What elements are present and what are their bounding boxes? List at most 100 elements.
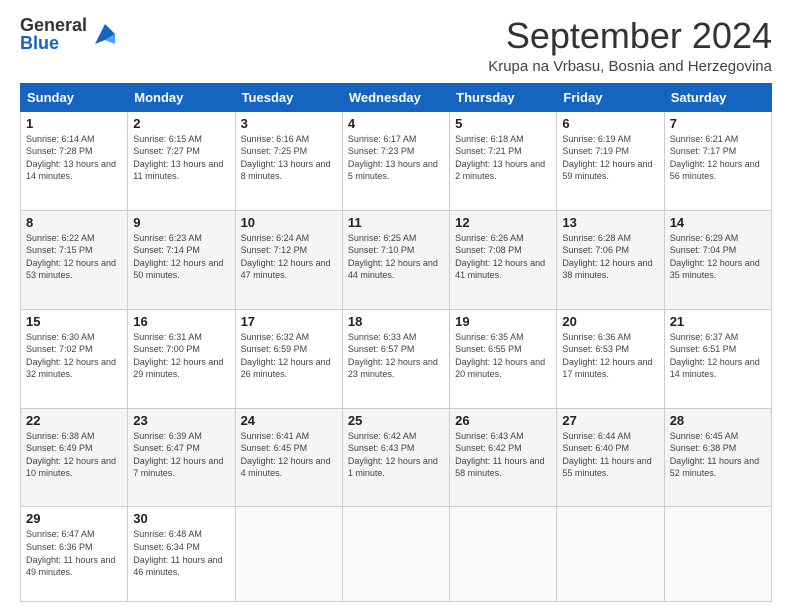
- calendar-week-4: 22 Sunrise: 6:38 AMSunset: 6:49 PMDayligh…: [21, 408, 772, 507]
- day-number: 17: [241, 314, 337, 329]
- calendar-cell: 1Sunrise: 6:14 AMSunset: 7:28 PMDaylight…: [21, 111, 128, 210]
- calendar-table: SundayMondayTuesdayWednesdayThursdayFrid…: [20, 83, 772, 602]
- calendar-cell: 6 Sunrise: 6:19 AMSunset: 7:19 PMDaylight…: [557, 111, 664, 210]
- weekday-header-saturday: Saturday: [664, 83, 771, 111]
- cell-info: Sunrise: 6:47 AMSunset: 6:36 PMDaylight:…: [26, 528, 122, 578]
- day-number: 23: [133, 413, 229, 428]
- day-number: 25: [348, 413, 444, 428]
- day-number: 9: [133, 215, 229, 230]
- calendar-week-5: 29 Sunrise: 6:47 AMSunset: 6:36 PMDayligh…: [21, 507, 772, 602]
- weekday-header-friday: Friday: [557, 83, 664, 111]
- cell-info: Sunrise: 6:37 AMSunset: 6:51 PMDaylight:…: [670, 331, 766, 381]
- calendar-cell: 25 Sunrise: 6:42 AMSunset: 6:43 PMDayligh…: [342, 408, 449, 507]
- calendar-cell: 14 Sunrise: 6:29 AMSunset: 7:04 PMDayligh…: [664, 210, 771, 309]
- cell-info: Sunrise: 6:25 AMSunset: 7:10 PMDaylight:…: [348, 232, 444, 282]
- weekday-header-tuesday: Tuesday: [235, 83, 342, 111]
- day-number: 7: [670, 116, 766, 131]
- calendar-cell: [450, 507, 557, 602]
- cell-info: Sunrise: 6:45 AMSunset: 6:38 PMDaylight:…: [670, 430, 766, 480]
- calendar-cell: 7 Sunrise: 6:21 AMSunset: 7:17 PMDaylight…: [664, 111, 771, 210]
- day-number: 22: [26, 413, 122, 428]
- cell-info: Sunrise: 6:30 AMSunset: 7:02 PMDaylight:…: [26, 331, 122, 381]
- calendar-cell: 12Sunrise: 6:26 AMSunset: 7:08 PMDayligh…: [450, 210, 557, 309]
- calendar-cell: 2 Sunrise: 6:15 AMSunset: 7:27 PMDaylight…: [128, 111, 235, 210]
- cell-info: Sunrise: 6:38 AMSunset: 6:49 PMDaylight:…: [26, 430, 122, 480]
- cell-info: Sunrise: 6:36 AMSunset: 6:53 PMDaylight:…: [562, 331, 658, 381]
- calendar-cell: 16Sunrise: 6:31 AMSunset: 7:00 PMDayligh…: [128, 309, 235, 408]
- cell-info: Sunrise: 6:42 AMSunset: 6:43 PMDaylight:…: [348, 430, 444, 480]
- day-number: 28: [670, 413, 766, 428]
- calendar-cell: [557, 507, 664, 602]
- calendar-cell: 15 Sunrise: 6:30 AMSunset: 7:02 PMDayligh…: [21, 309, 128, 408]
- day-number: 3: [241, 116, 337, 131]
- calendar-cell: 30Sunrise: 6:48 AMSunset: 6:34 PMDayligh…: [128, 507, 235, 602]
- cell-info: Sunrise: 6:29 AMSunset: 7:04 PMDaylight:…: [670, 232, 766, 282]
- calendar-cell: 20 Sunrise: 6:36 AMSunset: 6:53 PMDayligh…: [557, 309, 664, 408]
- cell-info: Sunrise: 6:44 AMSunset: 6:40 PMDaylight:…: [562, 430, 658, 480]
- calendar: SundayMondayTuesdayWednesdayThursdayFrid…: [20, 83, 772, 602]
- day-number: 6: [562, 116, 658, 131]
- weekday-header-monday: Monday: [128, 83, 235, 111]
- day-number: 26: [455, 413, 551, 428]
- cell-info: Sunrise: 6:16 AMSunset: 7:25 PMDaylight:…: [241, 133, 337, 183]
- day-number: 5: [455, 116, 551, 131]
- header: General Blue September 2024 Krupa na Vrb…: [20, 16, 772, 75]
- cell-info: Sunrise: 6:28 AMSunset: 7:06 PMDaylight:…: [562, 232, 658, 282]
- cell-info: Sunrise: 6:35 AMSunset: 6:55 PMDaylight:…: [455, 331, 551, 381]
- cell-info: Sunrise: 6:19 AMSunset: 7:19 PMDaylight:…: [562, 133, 658, 183]
- day-number: 15: [26, 314, 122, 329]
- calendar-cell: 17 Sunrise: 6:32 AMSunset: 6:59 PMDayligh…: [235, 309, 342, 408]
- calendar-cell: 21 Sunrise: 6:37 AMSunset: 6:51 PMDayligh…: [664, 309, 771, 408]
- calendar-cell: 19 Sunrise: 6:35 AMSunset: 6:55 PMDayligh…: [450, 309, 557, 408]
- cell-info: Sunrise: 6:23 AMSunset: 7:14 PMDaylight:…: [133, 232, 229, 282]
- cell-info: Sunrise: 6:18 AMSunset: 7:21 PMDaylight:…: [455, 133, 551, 183]
- calendar-cell: [235, 507, 342, 602]
- calendar-cell: 24Sunrise: 6:41 AMSunset: 6:45 PMDayligh…: [235, 408, 342, 507]
- day-number: 16: [133, 314, 229, 329]
- day-number: 1: [26, 116, 122, 131]
- calendar-cell: 18 Sunrise: 6:33 AMSunset: 6:57 PMDayligh…: [342, 309, 449, 408]
- logo-general-text: General: [20, 16, 87, 34]
- calendar-cell: 5 Sunrise: 6:18 AMSunset: 7:21 PMDaylight…: [450, 111, 557, 210]
- day-number: 4: [348, 116, 444, 131]
- calendar-cell: 23Sunrise: 6:39 AMSunset: 6:47 PMDayligh…: [128, 408, 235, 507]
- cell-info: Sunrise: 6:15 AMSunset: 7:27 PMDaylight:…: [133, 133, 229, 183]
- calendar-cell: 3 Sunrise: 6:16 AMSunset: 7:25 PMDaylight…: [235, 111, 342, 210]
- cell-info: Sunrise: 6:17 AMSunset: 7:23 PMDaylight:…: [348, 133, 444, 183]
- calendar-week-2: 8 Sunrise: 6:22 AMSunset: 7:15 PMDaylight…: [21, 210, 772, 309]
- weekday-header-row: SundayMondayTuesdayWednesdayThursdayFrid…: [21, 83, 772, 111]
- calendar-cell: 11 Sunrise: 6:25 AMSunset: 7:10 PMDayligh…: [342, 210, 449, 309]
- page: General Blue September 2024 Krupa na Vrb…: [0, 0, 792, 612]
- day-number: 2: [133, 116, 229, 131]
- cell-info: Sunrise: 6:41 AMSunset: 6:45 PMDaylight:…: [241, 430, 337, 480]
- cell-info: Sunrise: 6:32 AMSunset: 6:59 PMDaylight:…: [241, 331, 337, 381]
- logo-icon: [91, 20, 119, 48]
- weekday-header-wednesday: Wednesday: [342, 83, 449, 111]
- calendar-week-1: 1Sunrise: 6:14 AMSunset: 7:28 PMDaylight…: [21, 111, 772, 210]
- location: Krupa na Vrbasu, Bosnia and Herzegovina: [488, 58, 772, 75]
- day-number: 13: [562, 215, 658, 230]
- day-number: 8: [26, 215, 122, 230]
- cell-info: Sunrise: 6:43 AMSunset: 6:42 PMDaylight:…: [455, 430, 551, 480]
- cell-info: Sunrise: 6:33 AMSunset: 6:57 PMDaylight:…: [348, 331, 444, 381]
- calendar-cell: 22 Sunrise: 6:38 AMSunset: 6:49 PMDayligh…: [21, 408, 128, 507]
- day-number: 11: [348, 215, 444, 230]
- calendar-cell: 28 Sunrise: 6:45 AMSunset: 6:38 PMDayligh…: [664, 408, 771, 507]
- calendar-cell: 8 Sunrise: 6:22 AMSunset: 7:15 PMDaylight…: [21, 210, 128, 309]
- day-number: 21: [670, 314, 766, 329]
- weekday-header-sunday: Sunday: [21, 83, 128, 111]
- day-number: 18: [348, 314, 444, 329]
- cell-info: Sunrise: 6:22 AMSunset: 7:15 PMDaylight:…: [26, 232, 122, 282]
- calendar-cell: 27Sunrise: 6:44 AMSunset: 6:40 PMDayligh…: [557, 408, 664, 507]
- day-number: 19: [455, 314, 551, 329]
- cell-info: Sunrise: 6:21 AMSunset: 7:17 PMDaylight:…: [670, 133, 766, 183]
- calendar-cell: 29 Sunrise: 6:47 AMSunset: 6:36 PMDayligh…: [21, 507, 128, 602]
- day-number: 12: [455, 215, 551, 230]
- month-title: September 2024: [488, 16, 772, 56]
- day-number: 29: [26, 511, 122, 526]
- day-number: 30: [133, 511, 229, 526]
- calendar-cell: 10Sunrise: 6:24 AMSunset: 7:12 PMDayligh…: [235, 210, 342, 309]
- day-number: 14: [670, 215, 766, 230]
- day-number: 20: [562, 314, 658, 329]
- calendar-cell: [342, 507, 449, 602]
